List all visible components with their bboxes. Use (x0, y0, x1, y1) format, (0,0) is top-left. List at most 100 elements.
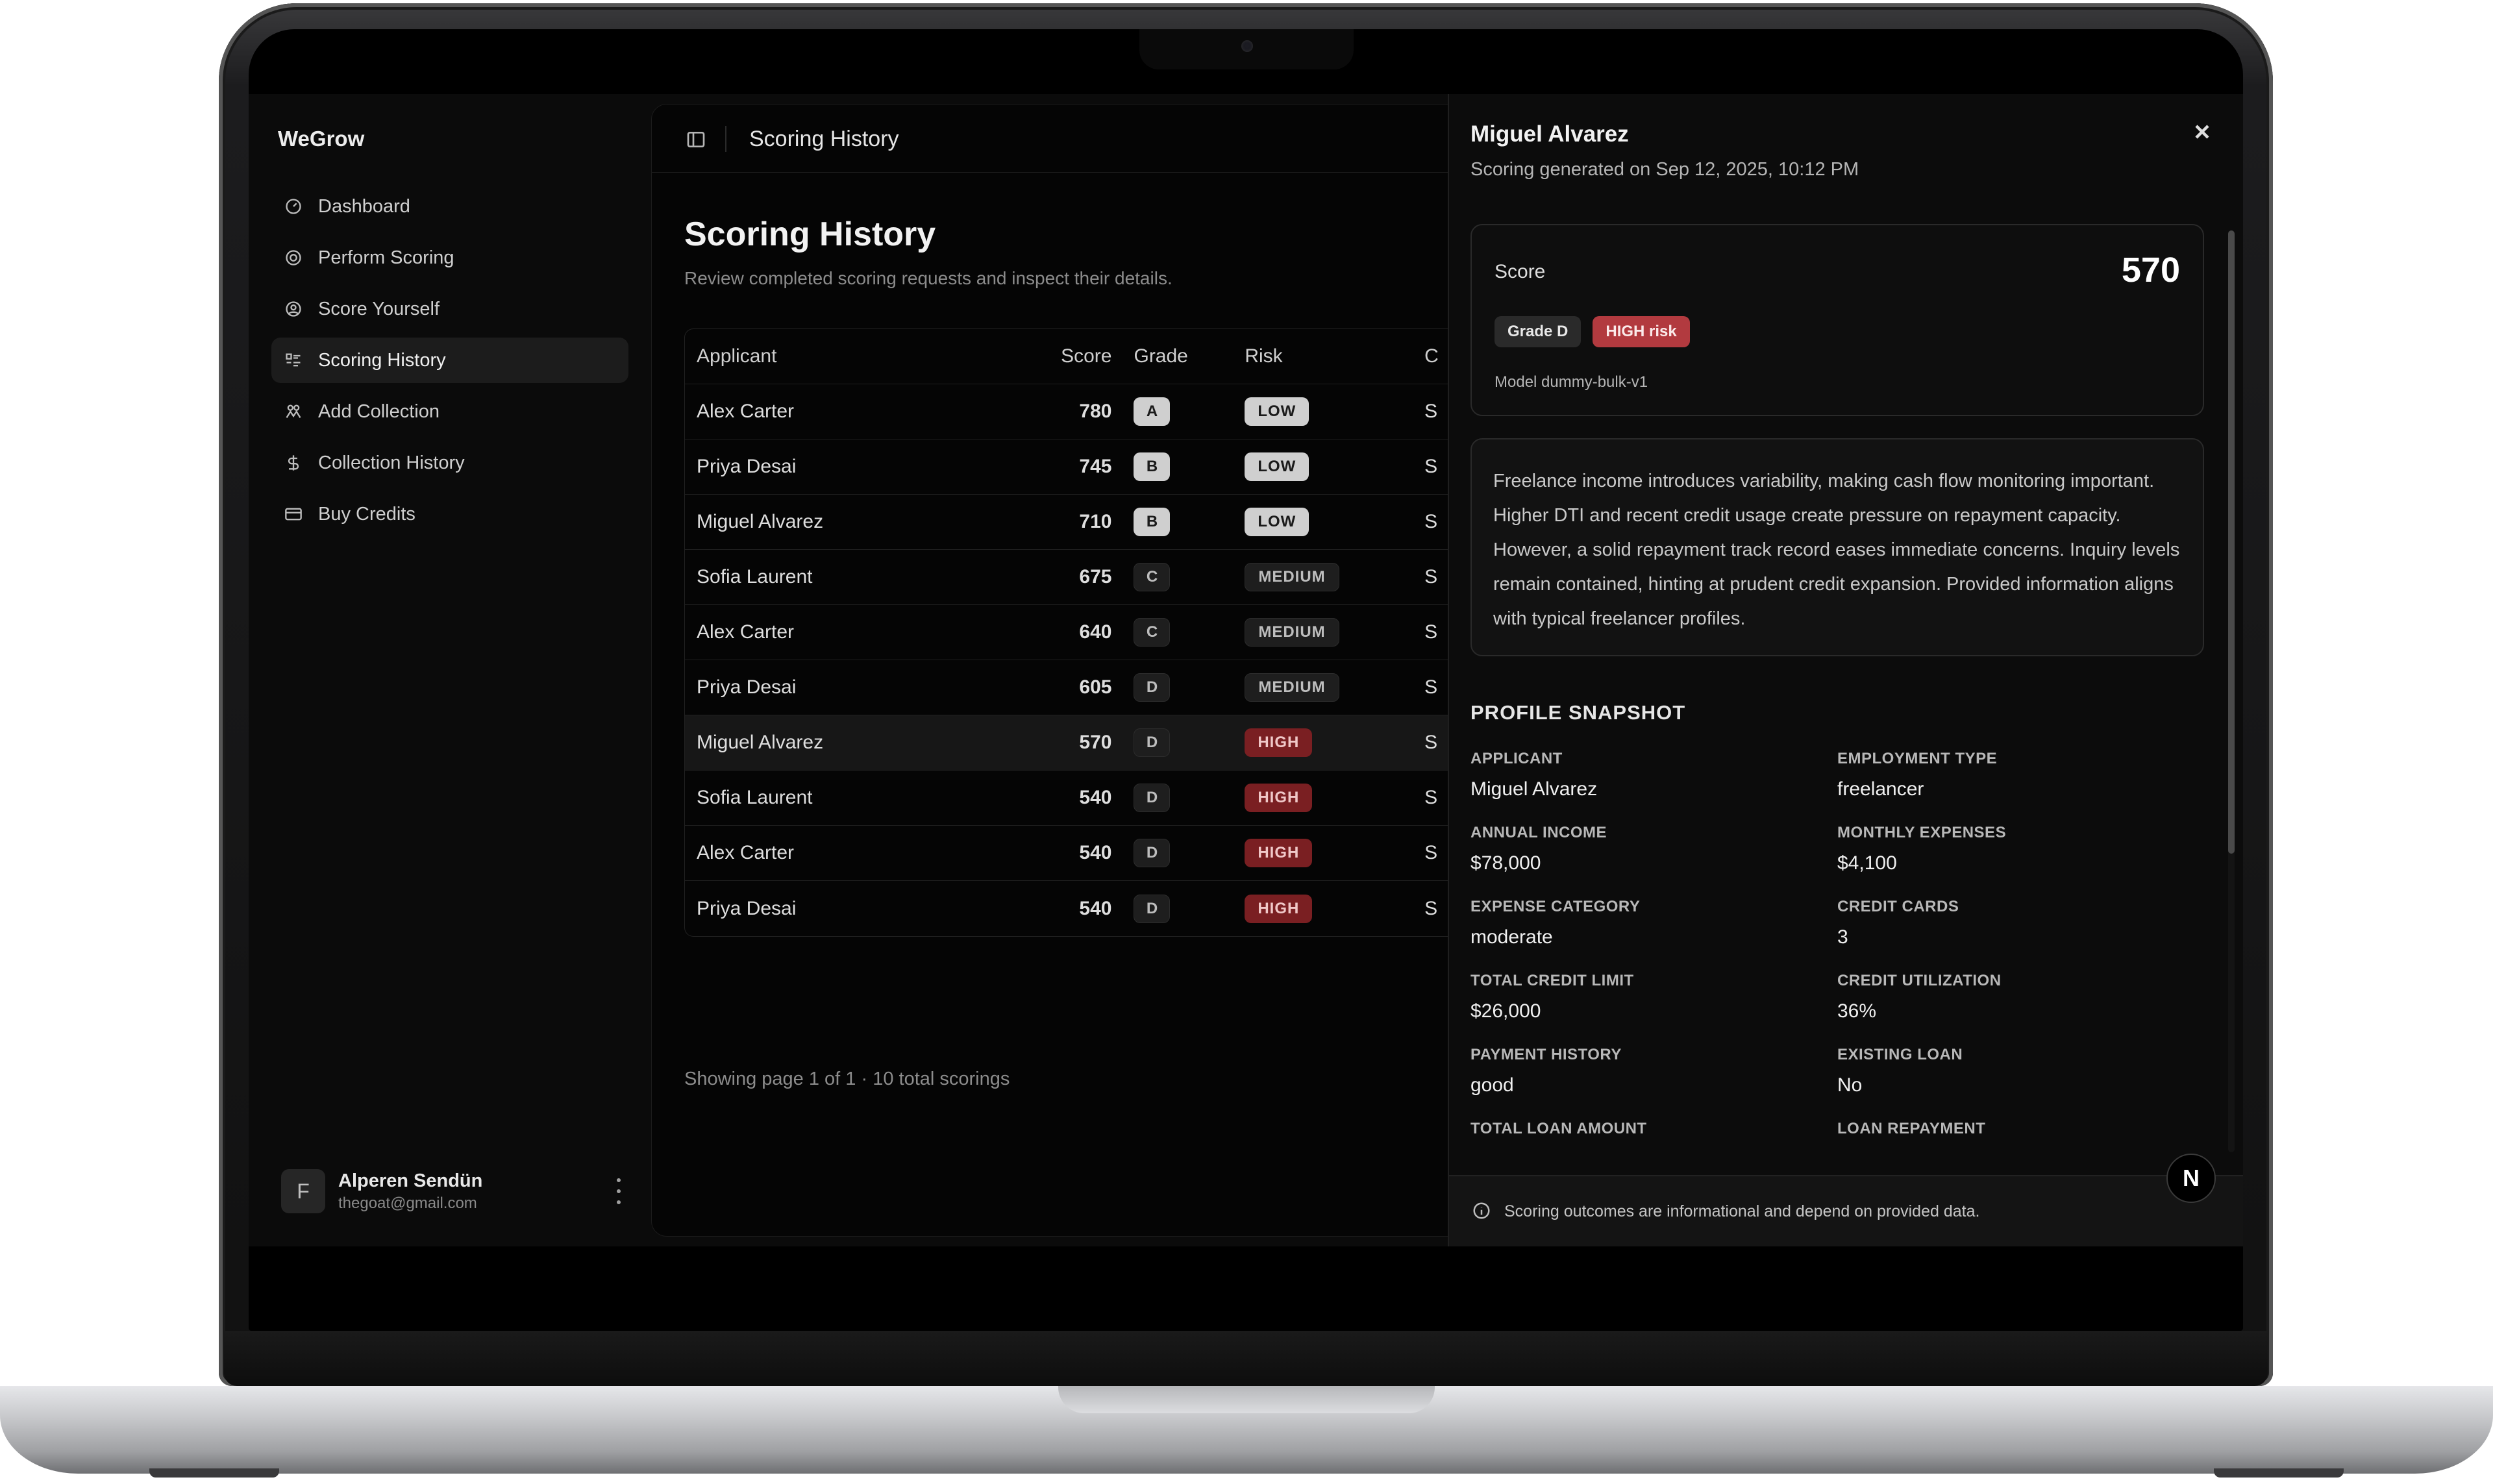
sidebar-toggle-icon[interactable] (686, 129, 706, 150)
laptop-chin (224, 1331, 2268, 1386)
risk-badge: HIGH risk (1593, 316, 1690, 347)
sidebar-item-label: Dashboard (318, 195, 410, 217)
snapshot-label: MONTHLY EXPENSES (1837, 824, 2007, 841)
cell-score: 640 (1079, 621, 1112, 643)
snapshot-label: CREDIT UTILIZATION (1837, 972, 2002, 989)
laptop-foot-left (149, 1468, 279, 1478)
dollar-icon (284, 454, 303, 472)
column-header-applicant: Applicant (697, 345, 777, 367)
cell-score: 605 (1079, 676, 1112, 698)
snapshot-label: APPLICANT (1470, 750, 1563, 767)
cell-score: 540 (1079, 787, 1112, 808)
drawer-scroll-area[interactable]: Score 570 Grade D HIGH risk Model dummy-… (1449, 224, 2243, 1175)
score-badges: Grade D HIGH risk (1495, 316, 1690, 347)
user-profile[interactable]: F Alperen Sendün thegoat@gmail.com (281, 1165, 628, 1217)
users-icon (284, 402, 303, 421)
brand-logo: WeGrow (278, 127, 365, 151)
breadcrumb: Scoring History (749, 127, 899, 151)
table-row[interactable]: Miguel Alvarez 570 D HIGH S (685, 715, 1528, 771)
table-row[interactable]: Sofia Laurent 540 D HIGH S (685, 771, 1528, 826)
cell-grade: D (1111, 839, 1245, 867)
table-row[interactable]: Priya Desai 605 D MEDIUM S (685, 660, 1528, 715)
cell-risk: MEDIUM (1245, 673, 1424, 702)
page-title: Scoring History (684, 216, 936, 253)
sidebar-item-buy-credits[interactable]: Buy Credits (271, 491, 628, 537)
sidebar-item-scoring-history[interactable]: Scoring History (271, 338, 628, 383)
cell-grade: B (1111, 508, 1245, 536)
table-row[interactable]: Alex Carter 540 D HIGH S (685, 826, 1528, 881)
scoring-table: Applicant Score Grade Risk C Alex Carter… (684, 328, 1528, 937)
snapshot-row: EXPENSE CATEGORY moderate CREDIT CARDS 3 (1470, 898, 2204, 972)
grade-badge: B (1134, 508, 1171, 536)
snapshot-value: No (1837, 1074, 1863, 1096)
user-circle-icon (284, 300, 303, 318)
disclaimer-text: Scoring outcomes are informational and d… (1504, 1202, 1980, 1220)
table-row[interactable]: Alex Carter 640 C MEDIUM S (685, 605, 1528, 660)
cell-grade: D (1111, 728, 1245, 757)
model-label: Model dummy-bulk-v1 (1495, 373, 1648, 391)
snapshot-value: 36% (1837, 1000, 1877, 1022)
n-logo-button[interactable]: N (2166, 1154, 2216, 1203)
table-row[interactable]: Alex Carter 780 A LOW S (685, 384, 1528, 439)
table-row[interactable]: Sofia Laurent 675 C MEDIUM S (685, 550, 1528, 605)
score-summary: Freelance income introduces variability,… (1470, 438, 2204, 656)
table-row[interactable]: Priya Desai 540 D HIGH S (685, 881, 1528, 936)
drawer-title: Miguel Alvarez (1470, 121, 1629, 147)
cell-grade: B (1111, 452, 1245, 481)
column-header-risk: Risk (1245, 345, 1283, 367)
scrollbar[interactable] (2228, 230, 2235, 1152)
screen: WeGrow Dashboard Perform Scoring Score Y… (249, 94, 2243, 1246)
snapshot-value: moderate (1470, 926, 1553, 948)
sidebar-item-add-collection[interactable]: Add Collection (271, 389, 628, 434)
table-row[interactable]: Miguel Alvarez 710 B LOW S (685, 495, 1528, 550)
snapshot-value: Miguel Alvarez (1470, 778, 1598, 800)
snapshot-row: TOTAL CREDIT LIMIT $26,000 CREDIT UTILIZAT… (1470, 972, 2204, 1046)
cell-grade: C (1111, 618, 1245, 647)
cell-applicant: Alex Carter (697, 401, 795, 422)
table-row[interactable]: Priya Desai 745 B LOW S (685, 439, 1528, 495)
sidebar-item-dashboard[interactable]: Dashboard (271, 184, 628, 229)
cell-score: 780 (1079, 401, 1112, 422)
more-vertical-icon[interactable] (615, 1178, 622, 1204)
sidebar-item-perform-scoring[interactable]: Perform Scoring (271, 235, 628, 280)
cell-score: 745 (1079, 456, 1112, 477)
snapshot-field: APPLICANT Miguel Alvarez (1470, 750, 1837, 824)
cell-score: 540 (1079, 842, 1112, 863)
user-name: Alperen Sendün (338, 1170, 483, 1191)
cell-score: 540 (1079, 897, 1112, 919)
pagination-info: Showing page 1 of 1 · 10 total scorings (684, 1069, 1010, 1089)
cell-grade: A (1111, 397, 1245, 426)
grade-badge: C (1134, 618, 1171, 647)
cell-risk: HIGH (1245, 784, 1424, 812)
scrollbar-thumb[interactable] (2228, 230, 2235, 854)
risk-badge: LOW (1245, 508, 1309, 536)
close-icon[interactable] (2190, 120, 2214, 143)
cell-applicant: Sofia Laurent (697, 566, 813, 587)
cell-grade: C (1111, 563, 1245, 591)
cell-applicant: Priya Desai (697, 676, 797, 698)
risk-badge: HIGH (1245, 894, 1313, 923)
sidebar-item-collection-history[interactable]: Collection History (271, 440, 628, 486)
snapshot-value: $26,000 (1470, 1000, 1541, 1022)
score-card: Score 570 Grade D HIGH risk Model dummy-… (1470, 224, 2204, 416)
snapshot-row: APPLICANT Miguel Alvarez EMPLOYMENT TYPE fr… (1470, 750, 2204, 824)
cell-applicant: Priya Desai (697, 897, 797, 919)
target-icon (284, 249, 303, 267)
grade-badge: A (1134, 397, 1171, 426)
snapshot-field: TOTAL CREDIT LIMIT $26,000 (1470, 972, 1837, 1046)
sidebar-item-label: Collection History (318, 452, 465, 473)
cell-applicant: Miguel Alvarez (697, 511, 824, 532)
user-email: thegoat@gmail.com (338, 1194, 477, 1212)
table-header: Applicant Score Grade Risk C (685, 329, 1528, 384)
user-info: Alperen Sendün thegoat@gmail.com (338, 1170, 482, 1213)
gauge-icon (284, 197, 303, 216)
page-subtitle: Review completed scoring requests and in… (684, 268, 1172, 288)
sidebar-item-score-yourself[interactable]: Score Yourself (271, 286, 628, 332)
cell-applicant: Alex Carter (697, 842, 795, 863)
cell-applicant: Miguel Alvarez (697, 732, 824, 753)
sidebar-item-label: Score Yourself (318, 298, 440, 319)
cell-score: 710 (1079, 511, 1112, 532)
sidebar-item-label: Add Collection (318, 401, 440, 422)
laptop-base-notch (1058, 1386, 1435, 1413)
cell-risk: LOW (1245, 397, 1424, 426)
